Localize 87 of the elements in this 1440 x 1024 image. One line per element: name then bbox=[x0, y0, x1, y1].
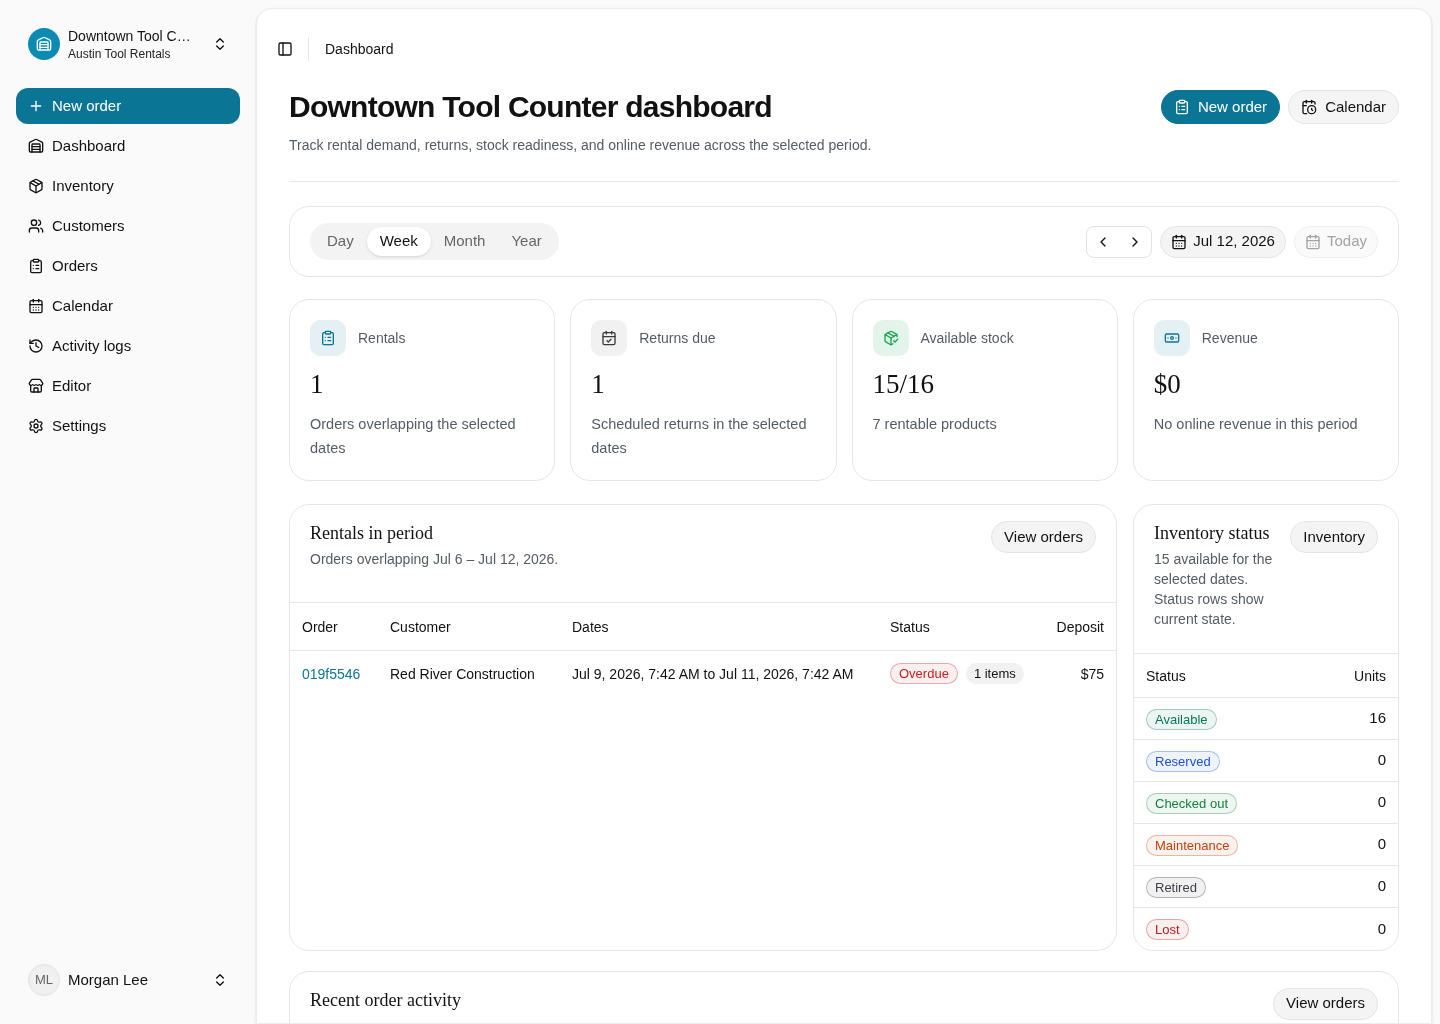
stat-label: Returns due bbox=[639, 329, 716, 348]
package-icon bbox=[28, 178, 44, 194]
user-avatar: ML bbox=[28, 964, 60, 996]
stat-description: No online revenue in this period bbox=[1153, 415, 1359, 434]
store-icon bbox=[28, 378, 44, 394]
stat-value: 1 bbox=[591, 368, 606, 400]
table-cell: 16 bbox=[1312, 697, 1398, 740]
view-orders-button[interactable]: View orders bbox=[991, 521, 1096, 553]
column-header: Deposit bbox=[1036, 602, 1116, 651]
clipboard-list-icon bbox=[1173, 99, 1190, 115]
user-name: Morgan Lee bbox=[68, 969, 150, 990]
warehouse-logo-icon bbox=[28, 28, 60, 60]
calendar-icon bbox=[1304, 233, 1321, 250]
page-subtitle: Track rental demand, returns, stock readiness, and online revenue across the selected period. bbox=[289, 136, 873, 155]
period-tab[interactable]: Year bbox=[498, 227, 555, 256]
column-header: Status bbox=[878, 602, 1036, 651]
clipboard-list-icon bbox=[28, 258, 44, 274]
calendar-clock-icon bbox=[1301, 99, 1318, 115]
column-header: Customer bbox=[378, 602, 560, 651]
nav-item[interactable]: Inventory bbox=[16, 166, 240, 206]
status-badge: Checked out bbox=[1146, 792, 1237, 814]
package-check-icon bbox=[872, 320, 909, 356]
items-count-badge: 1 items bbox=[965, 663, 1024, 685]
nav-item[interactable]: Editor bbox=[16, 366, 240, 406]
new-order-button[interactable]: New order bbox=[1160, 90, 1281, 124]
stat-value: 15/16 bbox=[872, 368, 935, 400]
status-badge: Lost bbox=[1146, 919, 1189, 940]
clipboard-list-icon bbox=[310, 320, 346, 356]
nav-item[interactable]: Settings bbox=[16, 406, 240, 446]
table-cell: Jul 9, 2026, 7:42 AM to Jul 11, 2026, 7:42 AM bbox=[560, 650, 878, 697]
stat-label: Revenue bbox=[1201, 329, 1258, 348]
calendar-check-icon bbox=[591, 320, 628, 356]
nav-item[interactable]: Orders bbox=[16, 246, 240, 286]
banknote-icon bbox=[1153, 320, 1190, 356]
view-orders-button[interactable]: View orders bbox=[1273, 987, 1378, 1020]
stat-description: Orders overlapping the selected dates bbox=[310, 415, 517, 458]
stat-value: $0 bbox=[1153, 368, 1182, 400]
breadcrumb: Dashboard bbox=[325, 40, 394, 59]
table-cell: $75 bbox=[1036, 650, 1116, 697]
settings-icon bbox=[28, 418, 44, 434]
page-title: Downtown Tool Counter dashboard bbox=[289, 89, 772, 125]
status-badge: Reserved bbox=[1146, 750, 1220, 772]
nav-item[interactable]: Customers bbox=[16, 206, 240, 246]
nav-item[interactable]: Activity logs bbox=[16, 326, 240, 366]
stat-description: Scheduled returns in the selected dates bbox=[591, 415, 808, 458]
status-badge: Available bbox=[1146, 708, 1217, 730]
card-title: Inventory status bbox=[1154, 522, 1271, 545]
period-tab[interactable]: Month bbox=[430, 227, 499, 256]
table-cell: 0 bbox=[1312, 823, 1398, 866]
workspace-subtitle: Austin Tool Rentals bbox=[68, 46, 172, 62]
calendar-icon bbox=[28, 298, 44, 314]
table-cell: 0 bbox=[1312, 781, 1398, 824]
inventory-button[interactable]: Inventory bbox=[1290, 521, 1378, 553]
stat-label: Available stock bbox=[920, 329, 1014, 348]
order-link[interactable]: 019f5546 bbox=[302, 665, 361, 682]
new-order-button[interactable]: New order bbox=[16, 88, 240, 124]
card-subtitle: 15 available for the selected dates. Status rows show current state. bbox=[1154, 550, 1274, 629]
card-subtitle: Orders overlapping Jul 6 – Jul 12, 2026. bbox=[310, 550, 559, 569]
calendar-button[interactable]: Calendar bbox=[1288, 90, 1399, 124]
period-tab[interactable]: Week bbox=[366, 227, 431, 256]
stat-value: 1 bbox=[310, 368, 325, 400]
calendar-icon bbox=[1171, 233, 1188, 250]
column-header: Units bbox=[1312, 653, 1398, 698]
column-header: Status bbox=[1134, 653, 1313, 698]
nav-item[interactable]: Calendar bbox=[16, 286, 240, 326]
date-picker-button[interactable]: Jul 12, 2026 bbox=[1160, 225, 1286, 258]
card-title: Rentals in period bbox=[310, 522, 434, 545]
table-cell: 0 bbox=[1312, 907, 1398, 950]
warehouse-icon bbox=[28, 138, 44, 154]
column-header: Dates bbox=[560, 602, 878, 651]
status-badge: Overdue bbox=[890, 663, 958, 685]
plus-icon bbox=[28, 98, 44, 114]
table-cell: 0 bbox=[1312, 865, 1398, 908]
nav-item[interactable]: Dashboard bbox=[16, 126, 240, 166]
card-title: Recent order activity bbox=[310, 988, 461, 1012]
table-cell: 0 bbox=[1312, 739, 1398, 782]
column-header: Order bbox=[290, 602, 378, 651]
table-cell: Red River Construction bbox=[378, 650, 560, 697]
history-icon bbox=[28, 338, 44, 354]
stat-description: 7 rentable products bbox=[872, 415, 998, 434]
users-icon bbox=[28, 218, 44, 234]
stat-label: Rentals bbox=[358, 329, 406, 348]
status-badge: Retired bbox=[1146, 876, 1206, 898]
workspace-name: Downtown Tool C… bbox=[68, 27, 192, 46]
period-tab[interactable]: Day bbox=[314, 227, 367, 256]
status-badge: Maintenance bbox=[1146, 834, 1239, 856]
sidebar-toggle-icon[interactable] bbox=[277, 41, 293, 57]
